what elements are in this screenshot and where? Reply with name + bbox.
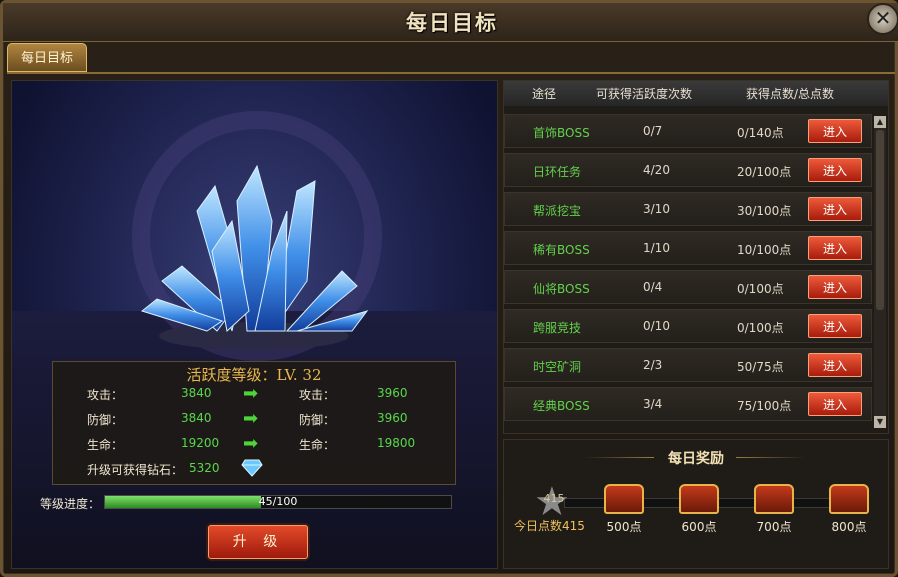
crystal-panel: 活跃度等级：LV. 32 攻击： 3840 ➡ 攻击： 3960 防御： 384… [11, 80, 498, 569]
route-name: 跨服竞技 [533, 321, 582, 335]
stat-label: 攻击： [87, 388, 124, 402]
arrow-right-icon: ➡ [243, 383, 259, 404]
stat-next-label: 攻击： [299, 388, 336, 402]
diamond-value: 5320 [189, 461, 220, 475]
reward-title: 每日奖励 [668, 451, 724, 467]
reward-chest-icon[interactable] [829, 484, 869, 514]
reward-chest-icon[interactable] [679, 484, 719, 514]
table-row: 日环任务 4/20 20/100点 进入 [504, 153, 872, 187]
enter-button[interactable]: 进入 [808, 236, 862, 260]
route-points: 0/100点 [737, 321, 784, 335]
route-name: 经典BOSS [533, 399, 590, 413]
route-points: 10/100点 [737, 243, 792, 257]
today-points: 今日点数415 [514, 519, 585, 533]
table-header: 途径 可获得活跃度次数 获得点数/总点数 [504, 81, 888, 106]
enter-button[interactable]: 进入 [808, 314, 862, 338]
route-points: 0/140点 [737, 126, 784, 140]
route-points: 50/75点 [737, 360, 784, 374]
route-name: 仙将BOSS [533, 282, 590, 296]
stat-next: 3960 [377, 411, 408, 425]
route-points: 0/100点 [737, 282, 784, 296]
route-count: 4/20 [643, 163, 670, 177]
enter-button[interactable]: 进入 [808, 353, 862, 377]
enter-button[interactable]: 进入 [808, 158, 862, 182]
progress-label: 等级进度： [40, 497, 101, 511]
stat-row-defense: 防御： 3840 ➡ 防御： 3960 [53, 408, 455, 431]
route-count: 0/4 [643, 280, 663, 294]
route-name: 首饰BOSS [533, 126, 590, 140]
stat-label: 生命： [87, 438, 124, 452]
route-count: 0/10 [643, 319, 670, 333]
stat-next-label: 生命： [299, 438, 336, 452]
enter-button[interactable]: 进入 [808, 275, 862, 299]
diamond-icon [241, 459, 263, 480]
scroll-down-icon[interactable]: ▼ [874, 416, 886, 428]
route-count: 3/4 [643, 397, 663, 411]
route-count: 3/10 [643, 202, 670, 216]
route-points: 75/100点 [737, 399, 792, 413]
route-count: 0/7 [643, 124, 663, 138]
reward-threshold: 800点 [831, 520, 867, 534]
stat-label: 防御： [87, 413, 124, 427]
star-value: 415 [543, 492, 565, 505]
progress-text: 45/100 [258, 495, 298, 508]
activity-table: 途径 可获得活跃度次数 获得点数/总点数 首饰BOSS 0/7 0/140点 进入 日环… [503, 80, 889, 434]
table-scrollbar[interactable]: ▲ ▼ [874, 116, 886, 428]
table-row: 首饰BOSS 0/7 0/140点 进入 [504, 114, 872, 148]
table-row: 跨服竞技 0/10 0/100点 进入 [504, 309, 872, 343]
table-row: 经典BOSS 3/4 75/100点 进入 [504, 387, 872, 421]
title-divider-right [736, 457, 806, 458]
title-bar: 每日目标 ✕ [3, 3, 898, 42]
route-name: 时空矿洞 [533, 360, 582, 374]
activity-level: 活跃度等级：LV. 32 [186, 366, 322, 384]
reward-threshold: 600点 [681, 520, 717, 534]
enter-button[interactable]: 进入 [808, 197, 862, 221]
table-row: 帮派挖宝 3/10 30/100点 进入 [504, 192, 872, 226]
arrow-right-icon: ➡ [243, 433, 259, 454]
stat-current: 3840 [181, 411, 212, 425]
upgrade-button[interactable]: 升 级 [208, 525, 308, 559]
table-row: 仙将BOSS 0/4 0/100点 进入 [504, 270, 872, 304]
table-row: 稀有BOSS 1/10 10/100点 进入 [504, 231, 872, 265]
route-points: 20/100点 [737, 165, 792, 179]
stat-next: 19800 [377, 436, 416, 450]
stat-current: 3840 [181, 386, 212, 400]
route-name: 帮派挖宝 [533, 204, 582, 218]
route-count: 2/3 [643, 358, 663, 372]
window-title: 每日目标 [406, 10, 498, 35]
col-header-count: 可获得活跃度次数 [596, 87, 693, 101]
stat-row-attack: 攻击： 3840 ➡ 攻击： 3960 [53, 383, 455, 406]
reward-chest-icon[interactable] [604, 484, 644, 514]
route-name: 日环任务 [533, 165, 582, 179]
col-header-route: 途径 [532, 87, 557, 101]
enter-button[interactable]: 进入 [808, 392, 862, 416]
tab-divider [7, 72, 895, 74]
stat-row-hp: 生命： 19200 ➡ 生命： 19800 [53, 433, 455, 456]
daily-reward-panel: 每日奖励 ★ 415 今日点数415 500点 600点 700点 800点 [503, 439, 889, 569]
route-points: 30/100点 [737, 204, 792, 218]
scroll-up-icon[interactable]: ▲ [874, 116, 886, 128]
reward-chest-icon[interactable] [754, 484, 794, 514]
table-row: 时空矿洞 2/3 50/75点 进入 [504, 348, 872, 382]
close-icon[interactable]: ✕ [867, 3, 898, 35]
reward-threshold: 700点 [756, 520, 792, 534]
stats-panel: 活跃度等级：LV. 32 攻击： 3840 ➡ 攻击： 3960 防御： 384… [52, 361, 456, 485]
tab-daily-goals[interactable]: 每日目标 [7, 43, 87, 72]
diamond-label: 升级可获得钻石： [87, 463, 184, 477]
scroll-thumb[interactable] [876, 130, 884, 310]
level-progress-bar: 45/100 [104, 495, 452, 509]
reward-threshold: 500点 [606, 520, 642, 534]
route-count: 1/10 [643, 241, 670, 255]
stat-current: 19200 [181, 436, 220, 450]
stat-next: 3960 [377, 386, 408, 400]
daily-goals-window: 每日目标 ✕ 每日目标 活跃度等级：LV. 32 攻击： 3840 ➡ 攻击： … [0, 0, 898, 577]
diamond-row: 升级可获得钻石： 5320 [53, 459, 455, 481]
stat-next-label: 防御： [299, 413, 336, 427]
arrow-right-icon: ➡ [243, 408, 259, 429]
route-name: 稀有BOSS [533, 243, 590, 257]
enter-button[interactable]: 进入 [808, 119, 862, 143]
col-header-points: 获得点数/总点数 [746, 87, 835, 101]
